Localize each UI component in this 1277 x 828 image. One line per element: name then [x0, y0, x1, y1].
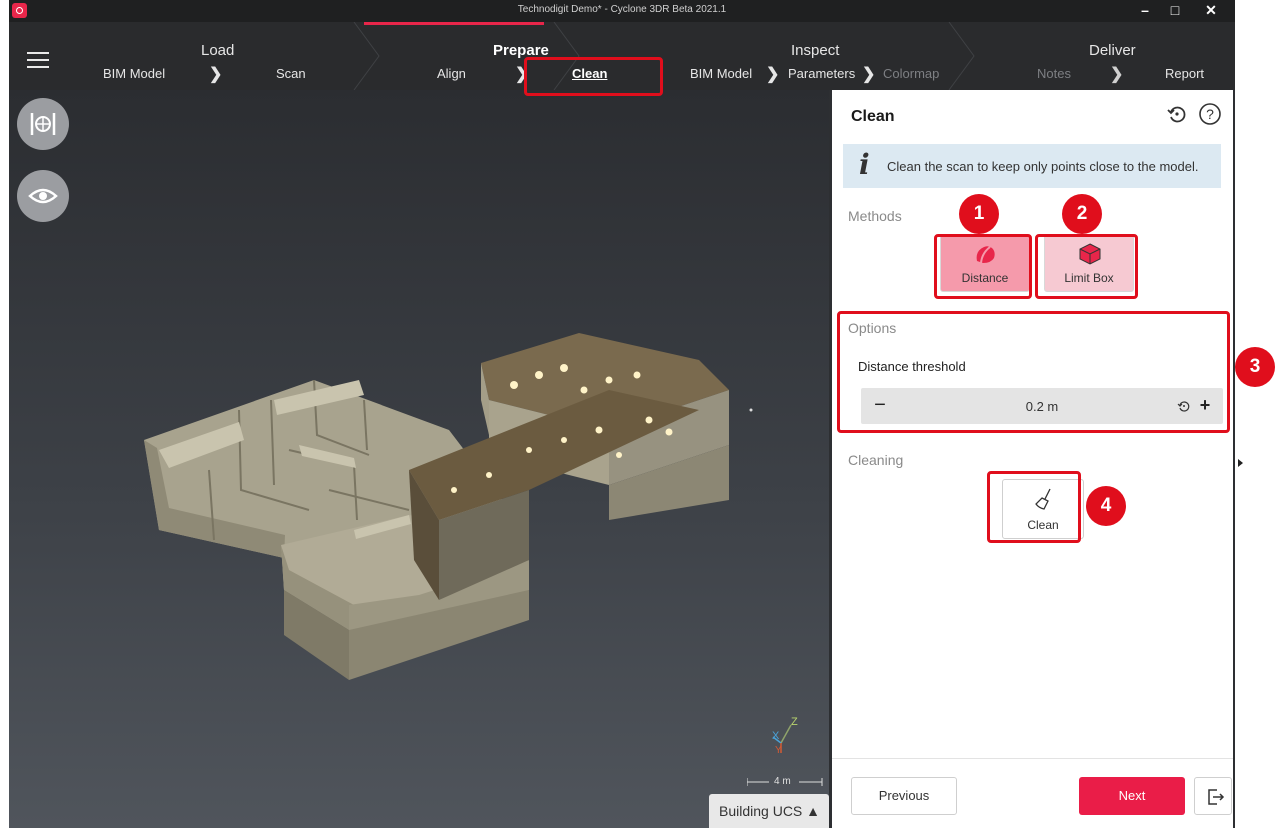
step-notes[interactable]: Notes — [1037, 66, 1071, 81]
cleaning-label: Cleaning — [848, 452, 904, 468]
methods-label: Methods — [848, 208, 902, 224]
axis-gizmo: Z X Y — [769, 715, 809, 760]
highlight-clean-step — [524, 57, 663, 96]
help-icon[interactable]: ? — [1198, 102, 1222, 126]
info-icon: i — [859, 148, 870, 181]
highlight-clean-button — [987, 471, 1081, 543]
callout-3: 3 — [1235, 347, 1275, 387]
stage-inspect: Inspect — [791, 42, 840, 59]
title-bar: Technodigit Demo* - Cyclone 3DR Beta 202… — [9, 0, 1235, 22]
active-stage-indicator — [364, 22, 544, 25]
chevron-right-icon: ❯ — [209, 66, 223, 83]
step-report[interactable]: Report — [1165, 66, 1204, 81]
previous-button[interactable]: Previous — [851, 777, 957, 815]
panel-title: Clean — [851, 108, 895, 125]
step-scan[interactable]: Scan — [276, 66, 306, 81]
close-button[interactable]: ✕ — [1197, 0, 1225, 22]
highlight-options — [837, 311, 1230, 433]
callout-4: 4 — [1086, 486, 1126, 526]
stage-load: Load — [201, 42, 235, 59]
clean-panel: Clean ? i Clean the scan to keep only po… — [832, 90, 1233, 828]
maximize-button[interactable]: □ — [1161, 0, 1189, 22]
3d-viewport[interactable]: Z X Y 4 m Building UCS ▲ — [9, 90, 829, 828]
stage-deliver: Deliver — [1089, 42, 1136, 59]
window-title: Technodigit Demo* - Cyclone 3DR Beta 202… — [517, 4, 727, 15]
ucs-dropdown[interactable]: Building UCS ▲ — [709, 794, 829, 828]
next-button[interactable]: Next — [1079, 777, 1185, 815]
axis-x-label: X — [772, 730, 780, 742]
reset-icon[interactable] — [1165, 102, 1189, 126]
callout-2: 2 — [1062, 194, 1102, 234]
panel-footer: Previous Next — [832, 758, 1233, 828]
step-colormap[interactable]: Colormap — [883, 66, 939, 81]
axis-y-label: Y — [775, 745, 782, 755]
callout-1: 1 — [959, 194, 999, 234]
chevron-right-icon: ❯ — [766, 66, 780, 83]
step-inspect-bim-model[interactable]: BIM Model — [690, 66, 752, 81]
highlight-limit-box — [1035, 234, 1138, 299]
step-parameters[interactable]: Parameters — [788, 66, 855, 81]
axis-z-label: Z — [791, 716, 798, 728]
chevron-right-icon: ❯ — [862, 66, 876, 83]
chevron-right-icon: ❯ — [1110, 66, 1124, 83]
step-bim-model[interactable]: BIM Model — [103, 66, 165, 81]
building-model — [144, 333, 753, 680]
svg-text:?: ? — [1206, 106, 1214, 122]
collapse-panel-icon[interactable] — [1238, 459, 1243, 467]
exit-icon[interactable] — [1194, 777, 1232, 815]
minimize-button[interactable]: – — [1131, 0, 1159, 22]
step-align[interactable]: Align — [437, 66, 466, 81]
info-banner: i Clean the scan to keep only points clo… — [843, 144, 1221, 188]
info-text: Clean the scan to keep only points close… — [887, 159, 1199, 174]
scale-label: 4 m — [774, 776, 791, 787]
highlight-distance — [934, 234, 1032, 299]
panel-header: Clean ? — [832, 90, 1233, 138]
